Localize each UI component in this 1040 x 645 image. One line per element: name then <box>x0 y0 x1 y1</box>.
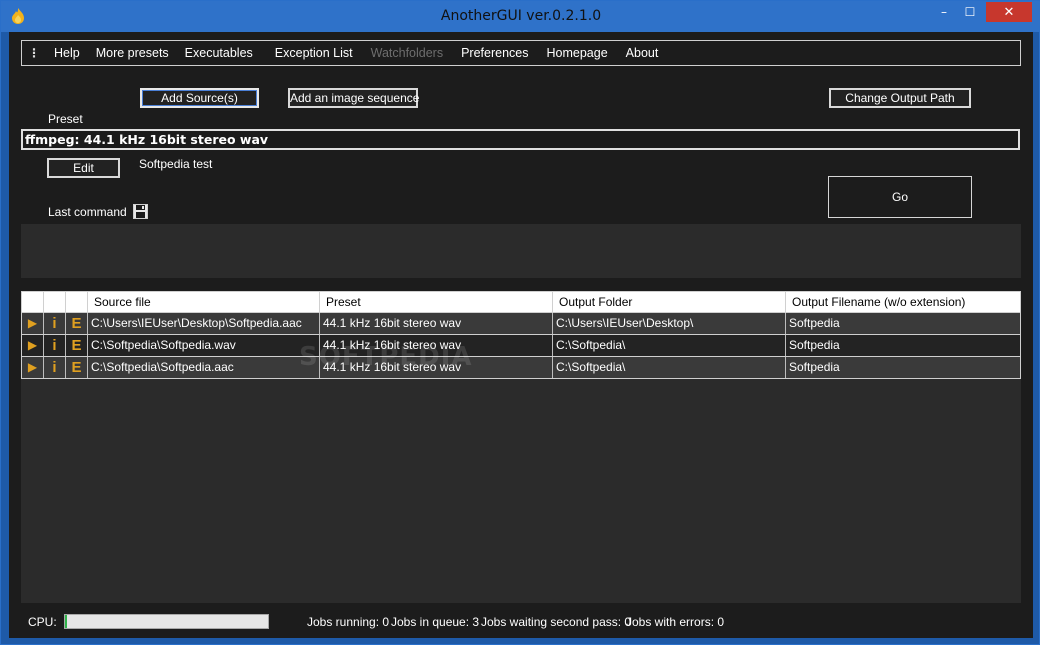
play-icon[interactable]: ▶ <box>22 357 44 378</box>
maximize-button[interactable]: ☐ <box>957 2 983 22</box>
preset-cell: 44.1 kHz 16bit stereo wav <box>320 357 553 378</box>
jobs-with-errors: Jobs with errors: 0 <box>626 615 725 629</box>
source-file-cell: C:\Users\IEUser\Desktop\Softpedia.aac <box>88 313 320 334</box>
header-blank <box>22 292 44 312</box>
menu-preferences[interactable]: Preferences <box>451 46 536 60</box>
menu-help[interactable]: Help <box>46 46 88 60</box>
header-preset[interactable]: Preset <box>320 292 553 312</box>
menu-watchfolders: Watchfolders <box>370 46 444 60</box>
last-command-label: Last command <box>48 205 127 219</box>
source-file-cell: C:\Softpedia\Softpedia.wav <box>88 335 320 356</box>
minimize-button[interactable]: – <box>931 2 957 22</box>
go-button[interactable]: Go <box>828 176 972 218</box>
output-filename-cell: Softpedia <box>789 316 840 330</box>
info-icon[interactable]: i <box>44 335 66 356</box>
menu-grip-icon[interactable]: ⋮ <box>22 46 46 60</box>
header-output-filename[interactable]: Output Filename (w/o extension) <box>786 292 1020 312</box>
add-source-button[interactable]: Add Source(s) <box>140 88 259 108</box>
jobs-second-pass: Jobs waiting second pass: 0 <box>481 615 632 629</box>
output-folder-cell: C:\Softpedia\ <box>553 335 786 356</box>
info-icon[interactable]: i <box>44 313 66 334</box>
change-output-path-button[interactable]: Change Output Path <box>829 88 971 108</box>
preset-cell: 44.1 kHz 16bit stereo wav <box>320 313 553 334</box>
menu-bar: ⋮ Help More presets Executables Exceptio… <box>21 40 1021 66</box>
grid-header: Source file Preset Output Folder Output … <box>21 291 1021 313</box>
header-blank <box>44 292 66 312</box>
save-icon[interactable] <box>133 204 148 219</box>
close-button[interactable]: ✕ <box>986 2 1032 22</box>
header-source-file[interactable]: Source file <box>88 292 320 312</box>
job-grid: Source file Preset Output Folder Output … <box>21 291 1021 603</box>
output-filename-cell: Softpedia <box>789 338 840 352</box>
last-command-output <box>21 224 1021 278</box>
app-window: AnotherGUI ver.0.2.1.0 – ☐ ✕ ⋮ Help More… <box>0 0 1040 645</box>
menu-exception-list[interactable]: Exception List <box>261 46 361 60</box>
title-bar[interactable]: AnotherGUI ver.0.2.1.0 – ☐ ✕ <box>1 1 1040 32</box>
preset-select[interactable]: ffmpeg: 44.1 kHz 16bit stereo wav <box>21 129 1020 150</box>
menu-executables[interactable]: Executables <box>177 46 261 60</box>
cpu-progress-fill <box>65 615 68 628</box>
edit-icon[interactable]: E <box>66 357 88 378</box>
output-folder-cell: C:\Softpedia\ <box>553 357 786 378</box>
source-file-cell: C:\Softpedia\Softpedia.aac <box>88 357 320 378</box>
menu-homepage[interactable]: Homepage <box>537 46 616 60</box>
header-blank <box>66 292 88 312</box>
play-icon[interactable]: ▶ <box>22 313 44 334</box>
header-output-folder[interactable]: Output Folder <box>553 292 786 312</box>
preset-cell: 44.1 kHz 16bit stereo wav <box>320 335 553 356</box>
output-folder-cell: C:\Users\IEUser\Desktop\ <box>553 313 786 334</box>
menu-about[interactable]: About <box>616 46 667 60</box>
play-icon[interactable]: ▶ <box>22 335 44 356</box>
info-icon[interactable]: i <box>44 357 66 378</box>
output-filename-cell: Softpedia <box>789 360 840 374</box>
edit-icon[interactable]: E <box>66 313 88 334</box>
cpu-label: CPU: <box>28 615 57 629</box>
edit-preset-button[interactable]: Edit <box>47 158 120 178</box>
window-title: AnotherGUI ver.0.2.1.0 <box>440 8 602 24</box>
jobs-in-queue: Jobs in queue: 3 <box>391 615 480 629</box>
cpu-progress-bar <box>64 614 269 629</box>
table-row[interactable]: ▶ i E C:\Users\IEUser\Desktop\Softpedia.… <box>21 313 1021 335</box>
preset-label: Preset <box>48 112 83 126</box>
menu-more-presets[interactable]: More presets <box>88 46 177 60</box>
client-area: ⋮ Help More presets Executables Exceptio… <box>9 32 1033 638</box>
table-row[interactable]: ▶ i E C:\Softpedia\Softpedia.wav 44.1 kH… <box>21 335 1021 357</box>
add-image-sequence-button[interactable]: Add an image sequence <box>288 88 419 108</box>
jobs-running: Jobs running: 0 <box>307 615 390 629</box>
preset-description: Softpedia test <box>139 157 213 171</box>
edit-icon[interactable]: E <box>66 335 88 356</box>
table-row[interactable]: ▶ i E C:\Softpedia\Softpedia.aac 44.1 kH… <box>21 357 1021 379</box>
